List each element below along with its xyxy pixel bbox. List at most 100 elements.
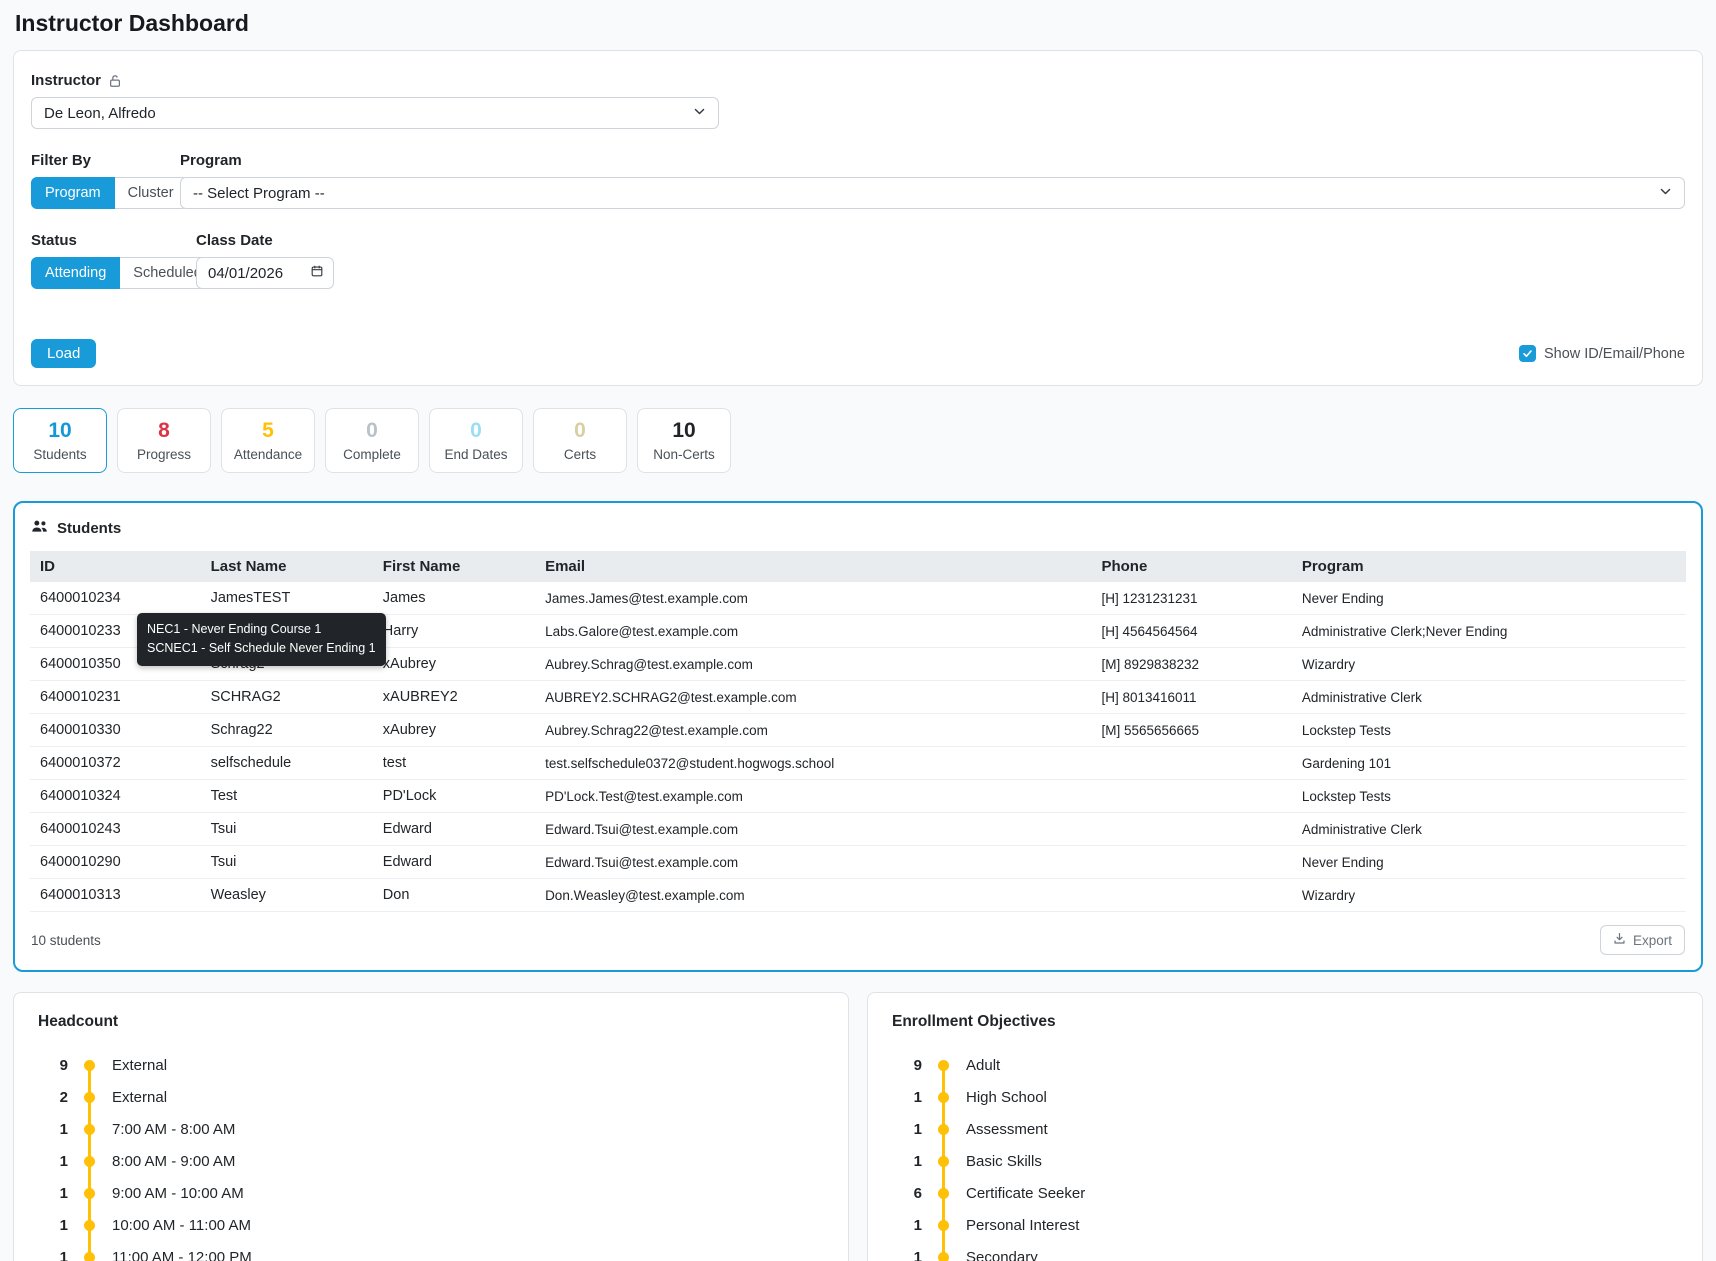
download-icon bbox=[1613, 932, 1626, 948]
timeline-count: 2 bbox=[59, 1088, 68, 1106]
class-date-column: Class Date 04/01/2026 bbox=[196, 232, 334, 289]
export-button-label: Export bbox=[1632, 932, 1672, 948]
timeline-item: 1 10:00 AM - 11:00 AM bbox=[38, 1209, 824, 1241]
program-select-value: -- Select Program -- bbox=[193, 184, 325, 202]
cell-first-name: Edward bbox=[372, 845, 536, 879]
timeline-label: 7:00 AM - 8:00 AM bbox=[112, 1120, 236, 1138]
dot-icon bbox=[83, 1123, 95, 1135]
dot-icon bbox=[937, 1155, 949, 1167]
timeline-connector bbox=[922, 1177, 964, 1209]
table-row[interactable]: 6400010234 JamesTEST James James.James@t… bbox=[30, 582, 1686, 615]
export-button[interactable]: Export bbox=[1599, 925, 1685, 955]
stat-label: Non-Certs bbox=[653, 447, 715, 462]
stat-card[interactable]: 0 End Dates bbox=[429, 408, 523, 473]
program-toggle-button[interactable]: Program bbox=[31, 177, 115, 209]
stat-card[interactable]: 0 Complete bbox=[325, 408, 419, 473]
dot-icon bbox=[937, 1059, 949, 1071]
stat-value: 0 bbox=[574, 419, 586, 442]
column-header-email: Email bbox=[535, 551, 1092, 582]
cell-program: Lockstep Tests bbox=[1291, 779, 1686, 813]
cell-last-name: SCHRAG2 bbox=[200, 680, 373, 714]
timeline-label: Assessment bbox=[966, 1120, 1048, 1138]
stat-card[interactable]: 10 Students bbox=[13, 408, 107, 473]
timeline-connector bbox=[922, 1241, 964, 1261]
table-row[interactable]: 6400010243 Tsui Edward Edward.Tsui@test.… bbox=[30, 812, 1686, 846]
column-header-first-name: First Name bbox=[372, 551, 536, 582]
course-tooltip: NEC1 - Never Ending Course 1 SCNEC1 - Se… bbox=[137, 613, 386, 666]
table-row[interactable]: 6400010324 Test PD'Lock PD'Lock.Test@tes… bbox=[30, 779, 1686, 813]
table-row[interactable]: 6400010231 SCHRAG2 xAUBREY2 AUBREY2.SCHR… bbox=[30, 680, 1686, 714]
stat-value: 0 bbox=[366, 419, 378, 442]
cell-first-name: xAUBREY2 bbox=[372, 680, 536, 714]
timeline-connector bbox=[68, 1049, 110, 1081]
load-button[interactable]: Load bbox=[31, 339, 97, 368]
show-id-email-phone-toggle[interactable]: Show ID/Email/Phone bbox=[1518, 345, 1685, 362]
cell-phone bbox=[1091, 812, 1292, 846]
cell-first-name: test bbox=[372, 746, 536, 780]
cell-phone: [M] 5565656665 bbox=[1091, 713, 1292, 747]
cell-id: 6400010324 bbox=[30, 779, 201, 813]
cell-last-name: JamesTEST bbox=[200, 582, 373, 615]
status-label: Status bbox=[31, 232, 77, 249]
table-row[interactable]: 6400010372 selfschedule test test.selfsc… bbox=[30, 746, 1686, 780]
column-header-program: Program bbox=[1291, 551, 1686, 582]
timeline-label: 11:00 AM - 12:00 PM bbox=[112, 1248, 252, 1261]
timeline-connector bbox=[922, 1081, 964, 1113]
calendar-icon[interactable] bbox=[310, 264, 324, 282]
cell-first-name: Don bbox=[372, 878, 536, 912]
class-date-input[interactable]: 04/01/2026 bbox=[196, 257, 334, 289]
stat-card[interactable]: 8 Progress bbox=[117, 408, 211, 473]
stat-card[interactable]: 0 Certs bbox=[533, 408, 627, 473]
people-icon bbox=[31, 518, 48, 539]
enrollment-objectives-card: Enrollment Objectives 9 Adult 1 High Sch… bbox=[867, 992, 1703, 1261]
timeline-count: 9 bbox=[59, 1056, 68, 1074]
cell-id: 6400010313 bbox=[30, 878, 201, 912]
timeline-item: 1 High School bbox=[892, 1081, 1678, 1113]
table-row[interactable]: 6400010290 Tsui Edward Edward.Tsui@test.… bbox=[30, 845, 1686, 879]
stat-card[interactable]: 5 Attendance bbox=[221, 408, 315, 473]
instructor-select[interactable]: De Leon, Alfredo bbox=[31, 97, 719, 129]
timeline-item: 1 Assessment bbox=[892, 1113, 1678, 1145]
stat-label: Progress bbox=[136, 447, 192, 462]
page-title: Instructor Dashboard bbox=[15, 10, 249, 36]
timeline-connector bbox=[922, 1049, 964, 1081]
cell-email: PD'Lock.Test@test.example.com bbox=[535, 779, 1092, 813]
timeline-item: 1 Secondary bbox=[892, 1241, 1678, 1261]
checkbox-checked-icon[interactable] bbox=[1518, 345, 1536, 362]
timeline-connector bbox=[68, 1209, 110, 1241]
table-header-row: ID Last Name First Name Email Phone Prog… bbox=[30, 551, 1686, 582]
cluster-toggle-button[interactable]: Cluster bbox=[114, 177, 188, 209]
timeline-connector bbox=[68, 1145, 110, 1177]
stat-label: End Dates bbox=[444, 447, 508, 462]
cell-program: Administrative Clerk;Never Ending bbox=[1291, 614, 1686, 648]
attending-toggle-button[interactable]: Attending bbox=[31, 257, 121, 289]
dot-icon bbox=[937, 1219, 949, 1231]
stat-value: 0 bbox=[470, 419, 482, 442]
headcount-timeline: 9 External 2 External 1 7:00 AM - 8:00 A… bbox=[38, 1049, 824, 1261]
cell-first-name: xAubrey bbox=[372, 647, 536, 681]
headcount-card: Headcount 9 External 2 External 1 7:00 A… bbox=[13, 992, 849, 1261]
timeline-label: High School bbox=[966, 1088, 1047, 1106]
stat-value: 10 bbox=[672, 419, 696, 442]
dot-icon bbox=[937, 1123, 949, 1135]
students-table: ID Last Name First Name Email Phone Prog… bbox=[30, 551, 1686, 912]
students-panel-footer: 10 students Export bbox=[15, 912, 1701, 970]
program-select[interactable]: -- Select Program -- bbox=[180, 177, 1685, 209]
filter-by-label: Filter By bbox=[31, 152, 92, 169]
enrollment-objectives-title: Enrollment Objectives bbox=[892, 1013, 1056, 1030]
instructor-label-row: Instructor bbox=[31, 72, 1685, 89]
filter-actions-row: Load Show ID/Email/Phone bbox=[31, 339, 1685, 368]
timeline-item: 2 External bbox=[38, 1081, 824, 1113]
cell-program: Wizardry bbox=[1291, 878, 1686, 912]
stat-card[interactable]: 10 Non-Certs bbox=[637, 408, 731, 473]
table-row[interactable]: 6400010330 Schrag22 xAubrey Aubrey.Schra… bbox=[30, 713, 1686, 747]
cell-id: 6400010372 bbox=[30, 746, 201, 780]
cell-program: Wizardry bbox=[1291, 647, 1686, 681]
class-date-value: 04/01/2026 bbox=[208, 264, 284, 282]
table-row[interactable]: 6400010313 Weasley Don Don.Weasley@test.… bbox=[30, 878, 1686, 912]
program-column: Program -- Select Program -- bbox=[180, 152, 1685, 209]
cell-id: 6400010243 bbox=[30, 812, 201, 846]
dot-icon bbox=[937, 1091, 949, 1103]
timeline-connector bbox=[922, 1145, 964, 1177]
timeline-count: 1 bbox=[59, 1216, 68, 1234]
